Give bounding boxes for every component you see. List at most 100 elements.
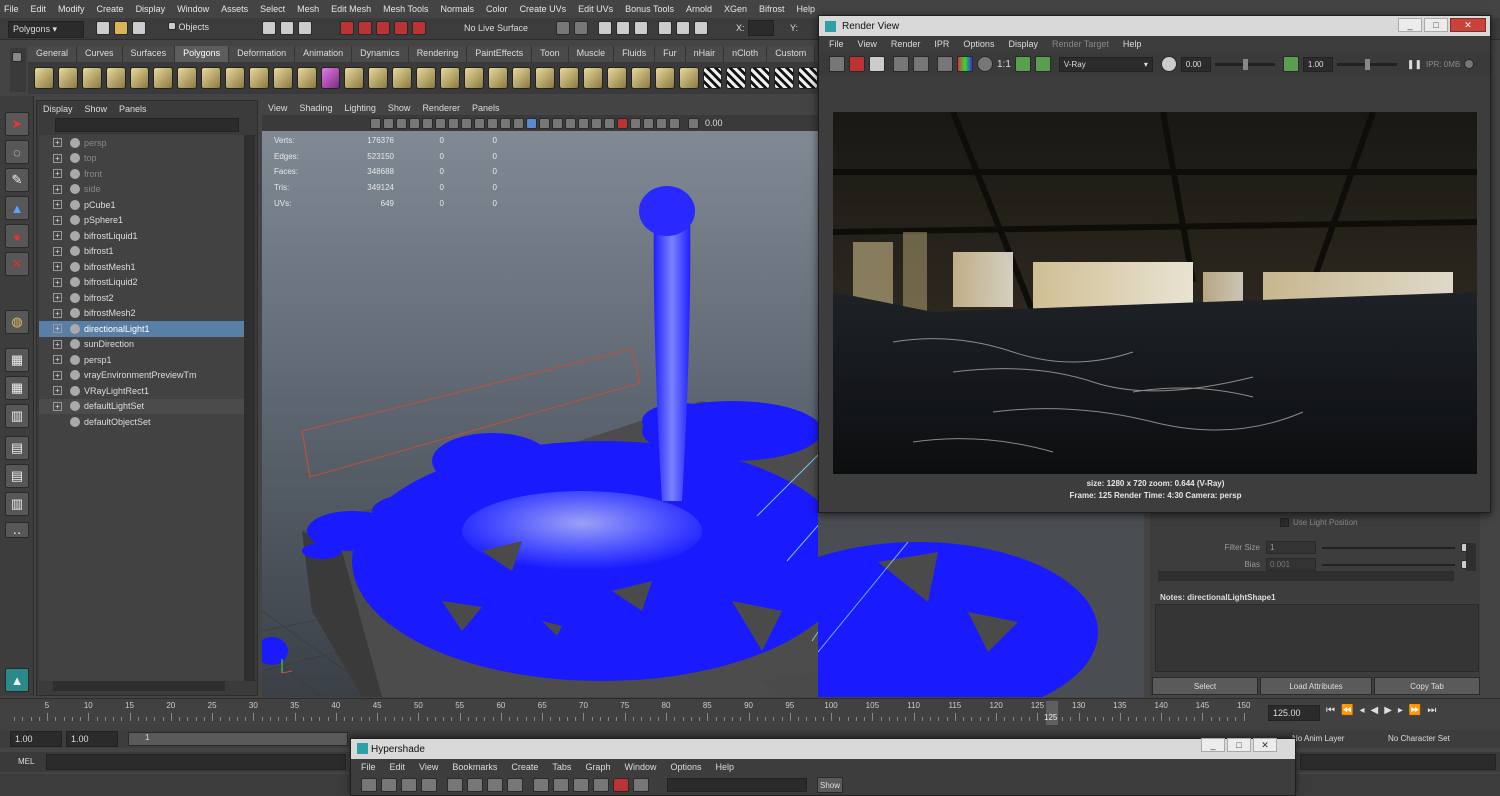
new-scene-icon[interactable] (96, 21, 110, 35)
outliner-item[interactable]: + directionalLight1 (39, 321, 244, 337)
expand-icon[interactable]: + (53, 184, 62, 194)
expand-icon[interactable]: + (53, 277, 62, 287)
safe-title-icon[interactable] (500, 117, 511, 129)
combine-icon[interactable] (320, 67, 341, 89)
hypershade-menu-tabs[interactable]: Tabs (552, 762, 571, 772)
outliner-item[interactable]: + pCube1 (39, 197, 244, 213)
poke-icon[interactable] (726, 67, 747, 89)
outliner-item[interactable]: + bifrost2 (39, 290, 244, 306)
outliner-item[interactable]: + front (39, 166, 244, 182)
time-slider-track[interactable]: 5 10 15 20 25 30 35 40 45 50 55 60 65 70 75 80 85 90 95 100… (12, 699, 1264, 723)
sphere-icon[interactable] (34, 67, 54, 89)
expand-icon[interactable]: + (53, 246, 62, 256)
expand-icon[interactable]: + (53, 200, 62, 210)
clear-graph-icon[interactable] (533, 778, 549, 792)
outliner-search-field[interactable] (55, 118, 239, 132)
expand-icon[interactable]: + (53, 138, 62, 148)
expand-icon[interactable]: + (53, 386, 62, 396)
save-scene-icon[interactable] (132, 21, 146, 35)
step-forward-frame-icon[interactable]: ▸ (1398, 705, 1403, 716)
outliner-item[interactable]: + sunDirection (39, 337, 244, 353)
menu-display[interactable]: Display (136, 4, 166, 14)
grid-toggle-icon[interactable] (633, 778, 649, 792)
move-tool-icon[interactable]: ▲ (5, 196, 29, 220)
snap-curve-icon[interactable] (358, 21, 372, 35)
bookmarks-icon[interactable] (396, 117, 407, 129)
both-tabs-icon[interactable] (421, 778, 437, 792)
menu-bonus-tools[interactable]: Bonus Tools (625, 4, 674, 14)
menu-normals[interactable]: Normals (441, 4, 475, 14)
animation-start-field[interactable]: 1.00 (66, 731, 118, 747)
play-forwards-icon[interactable]: ▶ (1384, 705, 1392, 716)
outliner-item[interactable]: + pSphere1 (39, 213, 244, 229)
split-icon[interactable] (630, 67, 651, 89)
safe-action-icon[interactable] (487, 117, 498, 129)
shelf-tab-fluids[interactable]: Fluids (614, 46, 656, 62)
render-menu-display[interactable]: Display (1008, 39, 1038, 49)
snapshot-icon[interactable] (869, 56, 885, 72)
gamma-field[interactable]: 1.00 (1302, 56, 1333, 72)
construction-history-icon[interactable] (556, 21, 570, 35)
hypershade-maximize-button[interactable]: □ (1227, 738, 1251, 752)
menu-help[interactable]: Help (797, 4, 816, 14)
range-slider-bar[interactable]: 1 (128, 732, 348, 746)
helix-icon[interactable] (248, 67, 269, 89)
bias-slider[interactable] (1322, 563, 1455, 566)
camera-attributes-icon[interactable] (383, 117, 394, 129)
menu-edit[interactable]: Edit (31, 4, 47, 14)
expand-icon[interactable]: + (53, 339, 62, 349)
film-gate-icon[interactable] (435, 117, 446, 129)
open-scene-icon[interactable] (114, 21, 128, 35)
top-tabs-only-icon[interactable] (381, 778, 397, 792)
rendered-image[interactable] (833, 112, 1477, 474)
select-by-component-icon[interactable] (298, 21, 312, 35)
hypershade-minimize-button[interactable]: _ (1201, 738, 1225, 752)
grid-icon[interactable] (422, 117, 433, 129)
render-settings-icon[interactable] (616, 21, 630, 35)
graph-materials-icon[interactable] (447, 778, 463, 792)
copy-tab-button[interactable]: Copy Tab (1374, 677, 1480, 695)
menu-create-uvs[interactable]: Create UVs (520, 4, 567, 14)
depth-of-field-icon[interactable] (630, 117, 641, 129)
exposure-field[interactable]: 0.00 (705, 118, 723, 128)
xray-icon[interactable] (656, 117, 667, 129)
menu-file[interactable]: File (4, 4, 19, 14)
resolution-gate-icon[interactable] (448, 117, 459, 129)
outliner-menu-display[interactable]: Display (43, 104, 73, 114)
select-by-object-icon[interactable] (280, 21, 294, 35)
viewport-menu-view[interactable]: View (268, 103, 287, 113)
rearrange-graph-icon[interactable] (553, 778, 569, 792)
snap-view-plane-icon[interactable] (394, 21, 408, 35)
close-button[interactable]: ✕ (1450, 18, 1486, 32)
four-view-layout-icon[interactable]: ▦ (5, 376, 29, 400)
toggle-panel-icon[interactable] (361, 778, 377, 792)
image-plane-icon[interactable] (409, 117, 420, 129)
expand-icon[interactable]: + (53, 215, 62, 225)
triangulate-icon[interactable] (774, 67, 794, 89)
rgb-channels-icon[interactable] (957, 56, 973, 72)
hypershade-menu-file[interactable]: File (361, 762, 376, 772)
selection-mode-label[interactable]: Objects (168, 22, 209, 32)
shelf-menu-icon[interactable] (12, 52, 22, 62)
paint-select-tool-icon[interactable]: ✎ (5, 168, 29, 192)
outliner-item[interactable]: + persp1 (39, 352, 244, 368)
average-icon[interactable] (439, 67, 460, 89)
output-connections-icon[interactable] (507, 778, 523, 792)
menu-set-dropdown[interactable]: Polygons ▾ (8, 21, 84, 38)
polygon-sphere-icon[interactable]: ◍ (5, 310, 29, 334)
hypershade-icon[interactable] (634, 21, 648, 35)
anim-layer-label[interactable]: No Anim Layer (1292, 734, 1344, 743)
exposure-icon[interactable] (1160, 56, 1177, 72)
outliner-item[interactable]: + defaultLightSet (39, 398, 244, 414)
outliner-item[interactable]: + VRayLightRect1 (39, 383, 244, 399)
playback-start-field[interactable]: 1.00 (10, 731, 62, 747)
ipr-render-icon[interactable] (598, 21, 612, 35)
shelf-tab-general[interactable]: General (28, 46, 78, 62)
shelf-tab-toon[interactable]: Toon (532, 46, 569, 62)
menu-edit-uvs[interactable]: Edit UVs (578, 4, 613, 14)
redo-render-icon[interactable] (829, 56, 845, 72)
outliner-item[interactable]: + side (39, 182, 244, 198)
menu-mesh-tools[interactable]: Mesh Tools (383, 4, 428, 14)
expand-icon[interactable]: + (53, 401, 62, 411)
pause-ipr-icon[interactable]: ❚❚ (1407, 59, 1422, 70)
